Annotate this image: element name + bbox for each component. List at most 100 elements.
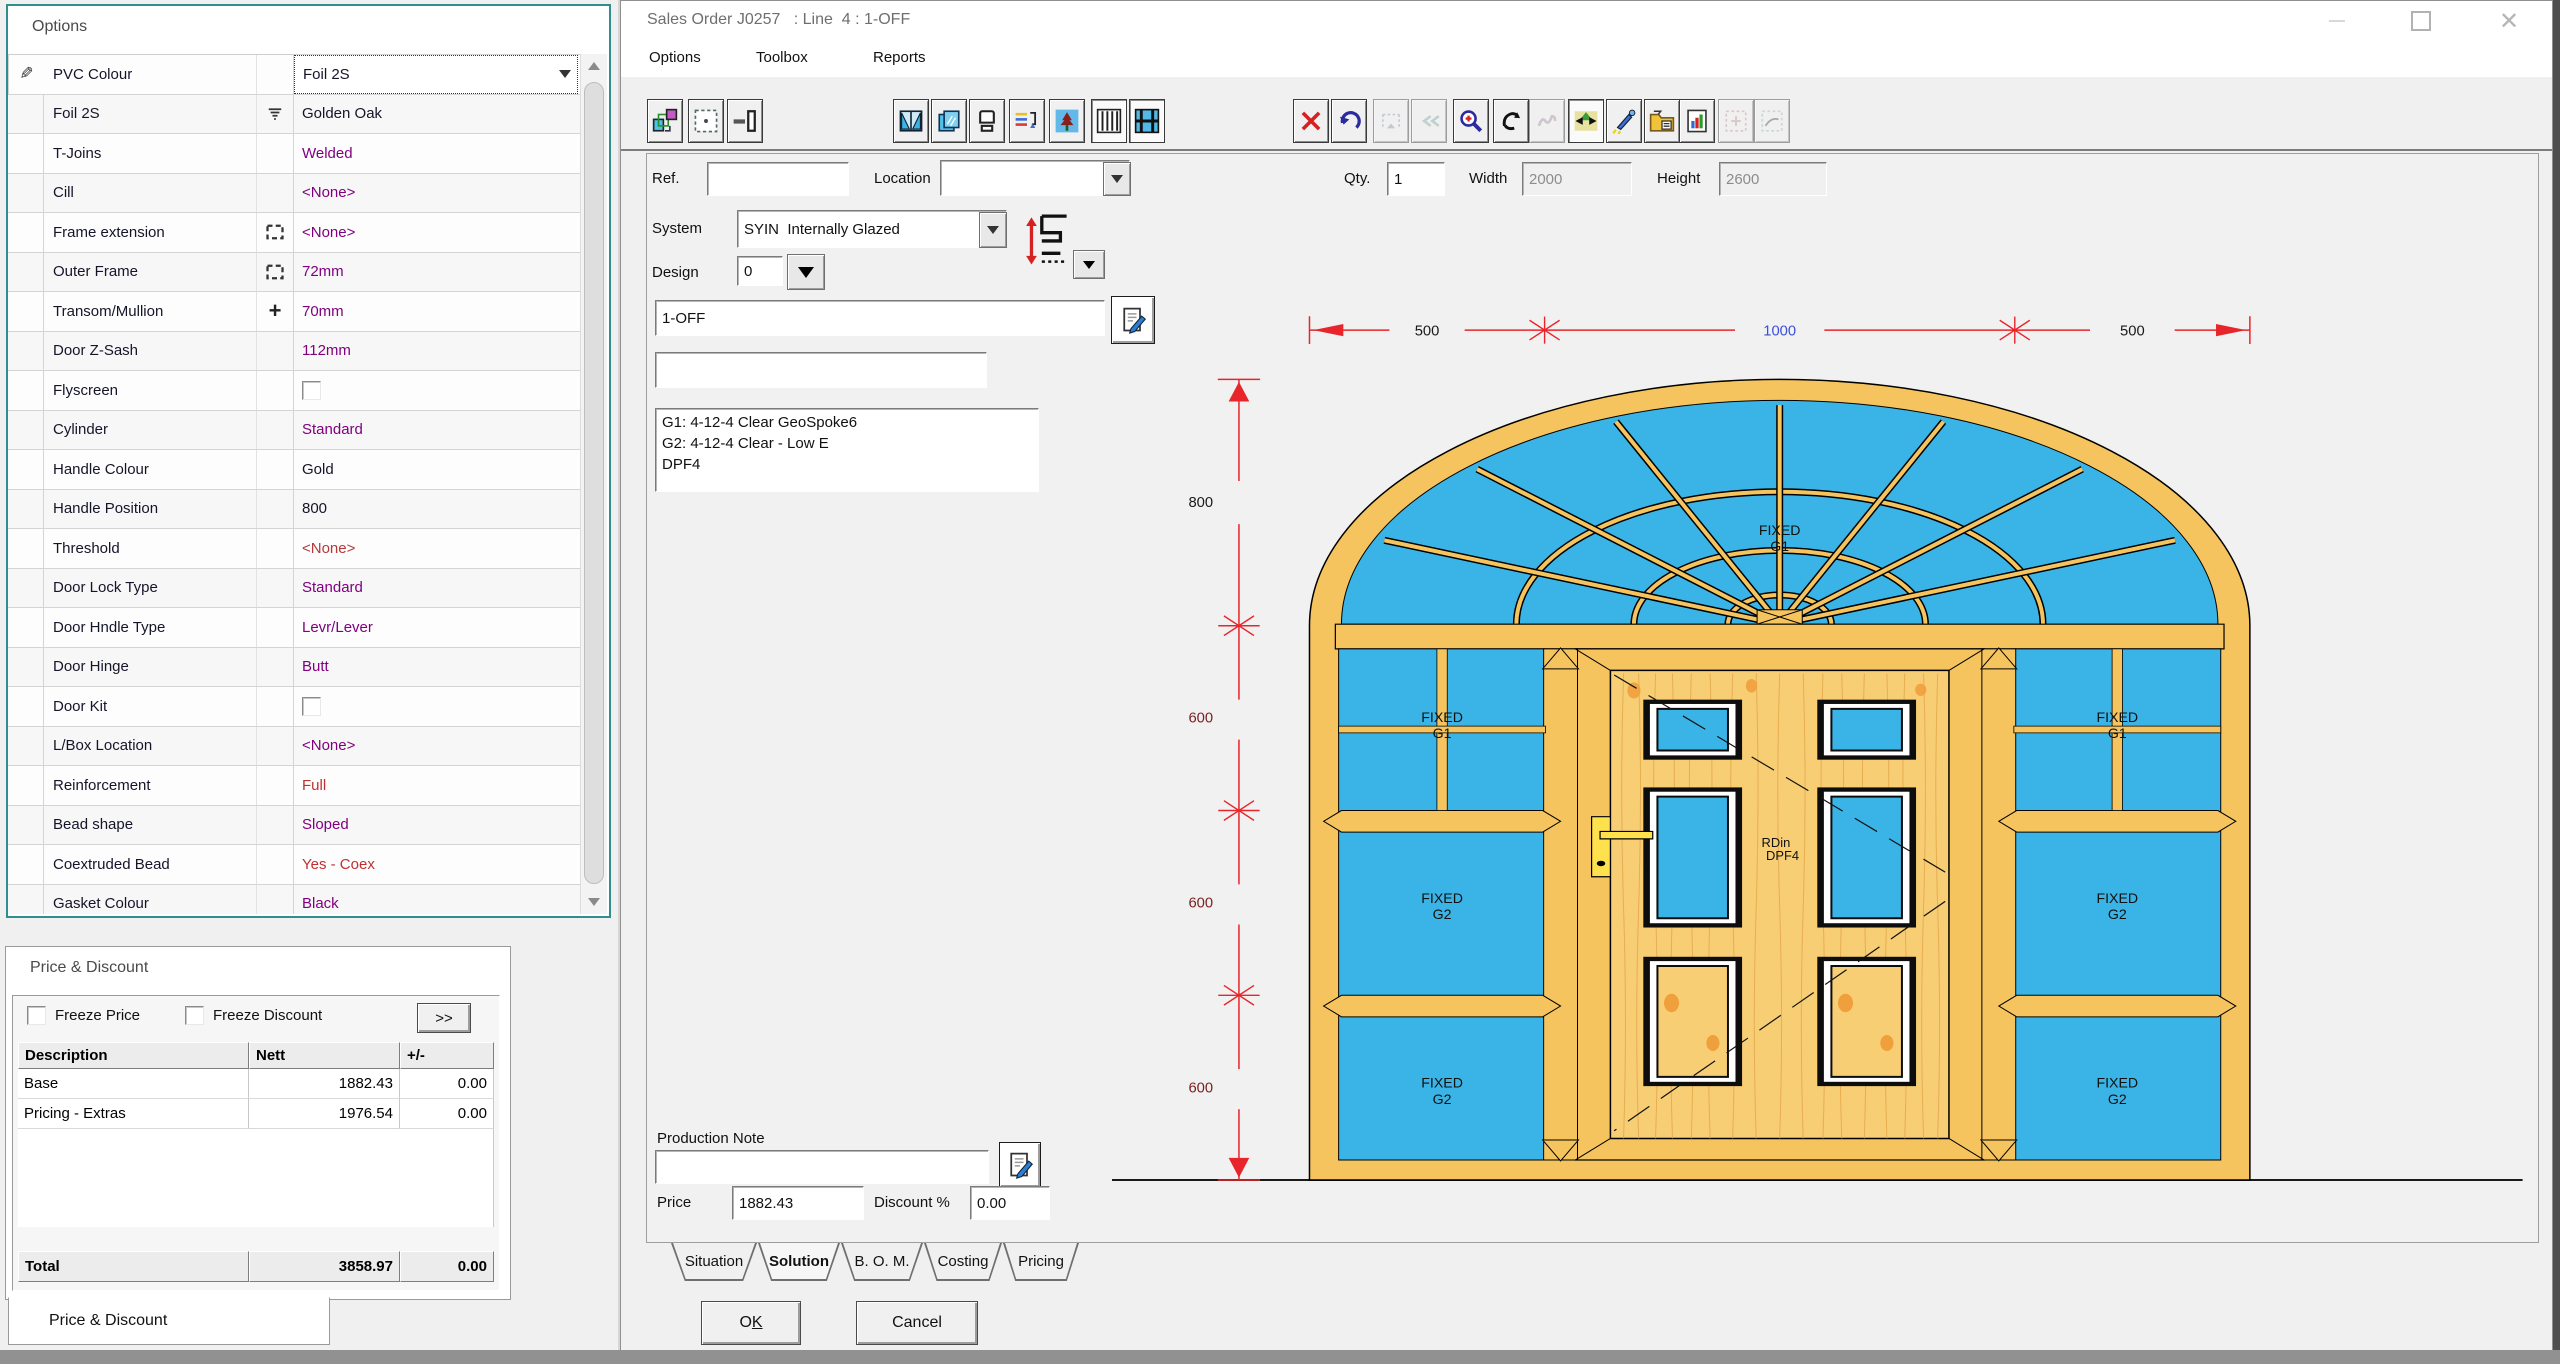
option-value[interactable]: <None> — [294, 213, 581, 252]
option-value[interactable]: Foil 2S — [294, 55, 578, 94]
option-value[interactable]: Full — [294, 766, 581, 805]
option-value[interactable]: Yes - Coex — [294, 845, 581, 884]
option-row-flyscreen[interactable]: Flyscreen — [8, 371, 581, 411]
option-row-door-hndle-type[interactable]: Door Hndle TypeLevr/Lever — [8, 608, 581, 648]
transfer-colours-button[interactable] — [647, 99, 683, 143]
costing-folder-button[interactable] — [1644, 99, 1680, 143]
menu-item-options[interactable]: Options — [649, 49, 701, 66]
option-row-cylinder[interactable]: CylinderStandard — [8, 411, 581, 451]
design-drawing[interactable]: FIXEDG1FIXEDG1FIXEDG1FIXEDG2FIXEDG2FIXED… — [1112, 287, 2532, 1217]
glazing-button[interactable] — [931, 99, 967, 143]
option-value[interactable]: 70mm — [294, 292, 581, 331]
price-input[interactable] — [732, 1186, 864, 1220]
option-row-door-lock-type[interactable]: Door Lock TypeStandard — [8, 569, 581, 609]
spray-tool-button[interactable] — [1606, 99, 1642, 143]
vertical-bars-button[interactable] — [1091, 99, 1127, 143]
profile-dropdown-button[interactable] — [1073, 250, 1105, 279]
option-value[interactable]: Golden Oak — [294, 95, 581, 134]
note-input[interactable] — [655, 352, 987, 388]
option-row-threshold[interactable]: Threshold<None> — [8, 529, 581, 569]
close-button[interactable]: ✕ — [2493, 6, 2525, 36]
tab-costing[interactable]: Costing — [924, 1243, 1002, 1281]
option-row-frame-extension[interactable]: Frame extension<None> — [8, 213, 581, 253]
option-row-bead-shape[interactable]: Bead shapeSloped — [8, 806, 581, 846]
spec-list-item[interactable]: G2: 4-12-4 Clear - Low E — [662, 433, 1032, 454]
frame-dimensions-button[interactable] — [688, 99, 724, 143]
option-value[interactable]: Standard — [294, 411, 581, 450]
checkbox-icon[interactable] — [302, 381, 321, 400]
price-row[interactable]: Pricing - Extras1976.540.00 — [18, 1099, 494, 1129]
ok-button[interactable]: OK — [701, 1301, 801, 1345]
design-input[interactable] — [737, 256, 783, 286]
system-dropdown-button[interactable] — [979, 212, 1007, 248]
option-value[interactable]: Welded — [294, 134, 581, 173]
option-value[interactable]: Sloped — [294, 806, 581, 845]
ref-input[interactable] — [707, 162, 849, 196]
system-combo[interactable] — [737, 210, 1007, 248]
option-row-cill[interactable]: Cill<None> — [8, 174, 581, 214]
specification-button[interactable] — [1009, 99, 1045, 143]
location-dropdown-button[interactable] — [1103, 162, 1131, 196]
tab-bom[interactable]: B. O. M. — [841, 1243, 923, 1281]
option-row-transom-mullion[interactable]: Transom/Mullion+70mm — [8, 292, 581, 332]
georgian-bars-button[interactable] — [1129, 99, 1165, 143]
option-row-outer-frame[interactable]: Outer Frame72mm — [8, 253, 581, 293]
option-value[interactable]: 112mm — [294, 332, 581, 371]
location-combo[interactable] — [940, 160, 1130, 196]
option-row-handle-position[interactable]: Handle Position800 — [8, 490, 581, 530]
option-value[interactable] — [294, 371, 581, 410]
cancel-button[interactable]: Cancel — [856, 1301, 978, 1345]
design-dropdown-button[interactable] — [787, 254, 825, 290]
fit-view-button[interactable] — [1568, 99, 1604, 143]
price-discount-tab[interactable]: Price & Discount — [8, 1297, 330, 1345]
option-row-reinforcement[interactable]: ReinforcementFull — [8, 766, 581, 806]
option-value[interactable]: <None> — [294, 529, 581, 568]
title-bar[interactable]: Sales Order J0257 : Line 4 : 1-OFF ✕ — [621, 1, 2552, 41]
spec-list-item[interactable]: DPF4 — [662, 454, 1032, 475]
expand-button[interactable]: >> — [417, 1003, 471, 1033]
minimize-button[interactable] — [2321, 6, 2353, 36]
zoom-button[interactable] — [1453, 99, 1489, 143]
chevron-down-icon[interactable] — [559, 70, 571, 78]
price-row[interactable]: Base1882.430.00 — [18, 1069, 494, 1099]
delete-button[interactable] — [1293, 99, 1329, 143]
option-value[interactable]: <None> — [294, 727, 581, 766]
option-row-t-joins[interactable]: T-JoinsWelded — [8, 134, 581, 174]
checkbox-icon[interactable] — [302, 697, 321, 716]
undo-button[interactable] — [1331, 99, 1367, 143]
scrollbar-thumb[interactable] — [584, 82, 604, 884]
options-scrollbar[interactable] — [580, 54, 607, 914]
option-value[interactable]: Butt — [294, 648, 581, 687]
option-row-coextruded-bead[interactable]: Coextruded BeadYes - Coex — [8, 845, 581, 885]
option-row-door-z-sash[interactable]: Door Z-Sash112mm — [8, 332, 581, 372]
tab-solution[interactable]: Solution — [758, 1243, 840, 1281]
report-chart-button[interactable] — [1679, 99, 1715, 143]
option-row-foil-2s[interactable]: Foil 2SGolden Oak — [8, 95, 581, 135]
option-row-gasket-colour[interactable]: Gasket ColourBlack — [8, 885, 581, 915]
add-panel-button[interactable] — [727, 99, 763, 143]
production-note-input[interactable] — [655, 1150, 989, 1184]
option-row-pvc-colour[interactable]: ✎PVC ColourFoil 2S — [8, 55, 581, 95]
sash-options-button[interactable] — [893, 99, 929, 143]
glazing-spec-list[interactable]: G1: 4-12-4 Clear GeoSpoke6G2: 4-12-4 Cle… — [655, 408, 1039, 492]
option-row-door-hinge[interactable]: Door HingeButt — [8, 648, 581, 688]
option-row-door-kit[interactable]: Door Kit — [8, 687, 581, 727]
qty-input[interactable] — [1387, 162, 1445, 196]
discount-input[interactable] — [970, 1186, 1050, 1220]
option-value[interactable]: Gold — [294, 450, 581, 489]
option-row-l-box-location[interactable]: L/Box Location<None> — [8, 727, 581, 767]
scroll-up-button[interactable] — [582, 54, 606, 78]
description-input[interactable] — [655, 300, 1105, 336]
option-value[interactable]: Black — [294, 885, 581, 915]
freeze-discount-checkbox[interactable]: Freeze Discount — [185, 1006, 322, 1025]
option-value[interactable]: 72mm — [294, 253, 581, 292]
features-button[interactable] — [1049, 99, 1085, 143]
hardware-button[interactable] — [969, 99, 1005, 143]
tab-pricing[interactable]: Pricing — [1003, 1243, 1079, 1281]
option-value[interactable]: Levr/Lever — [294, 608, 581, 647]
spec-list-item[interactable]: G1: 4-12-4 Clear GeoSpoke6 — [662, 412, 1032, 433]
option-row-handle-colour[interactable]: Handle ColourGold — [8, 450, 581, 490]
menu-item-reports[interactable]: Reports — [873, 49, 926, 66]
option-value[interactable]: <None> — [294, 174, 581, 213]
freeze-price-checkbox[interactable]: Freeze Price — [27, 1006, 140, 1025]
